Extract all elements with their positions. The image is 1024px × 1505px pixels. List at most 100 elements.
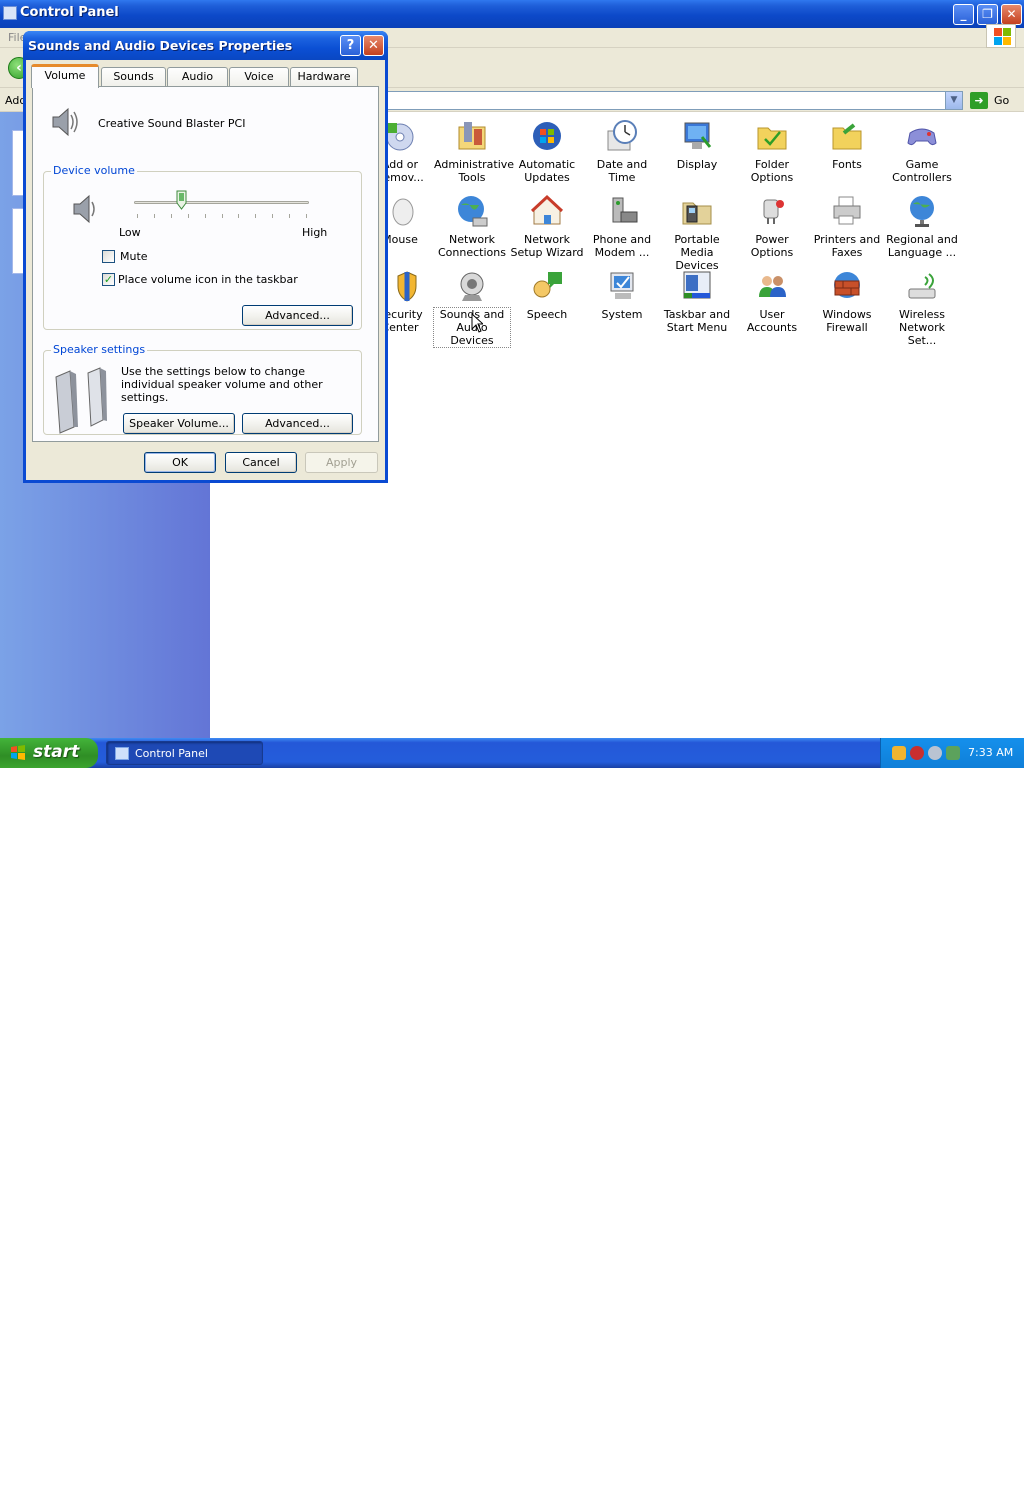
taskbar-icon bbox=[680, 269, 714, 303]
cp-item-display[interactable]: Display bbox=[659, 115, 735, 189]
volume-advanced-button[interactable]: Advanced... bbox=[242, 305, 353, 326]
dialog-title: Sounds and Audio Devices Properties bbox=[28, 38, 293, 53]
cp-item-folder-options[interactable]: Folder Options bbox=[734, 115, 810, 189]
volume-high-label: High bbox=[302, 226, 328, 239]
speaker-icon bbox=[455, 269, 489, 303]
taskbar-icon-checkbox[interactable]: ✓ bbox=[102, 273, 115, 286]
volume-tick bbox=[221, 214, 223, 218]
cp-item-network-connections[interactable]: Network Connections bbox=[434, 190, 510, 264]
volume-tick bbox=[153, 214, 155, 218]
cp-item-label: Display bbox=[676, 158, 718, 171]
volume-tick bbox=[170, 214, 172, 218]
power-plug-icon bbox=[755, 194, 789, 228]
speaker-icon bbox=[52, 107, 78, 137]
cp-item-label: Game Controllers bbox=[892, 158, 952, 184]
cancel-button[interactable]: Cancel bbox=[225, 452, 297, 473]
chevron-down-icon[interactable]: ▼ bbox=[945, 92, 962, 109]
tab-sounds[interactable]: Sounds bbox=[101, 67, 166, 87]
cp-item-taskbar-and-start-menu[interactable]: Taskbar and Start Menu bbox=[659, 265, 735, 339]
cp-item-regional-and-language[interactable]: Regional and Language ... bbox=[884, 190, 960, 264]
volume-tick bbox=[289, 214, 291, 218]
cp-item-automatic-updates[interactable]: Automatic Updates bbox=[509, 115, 585, 189]
tray-security-alert-icon[interactable] bbox=[910, 746, 924, 760]
volume-tick bbox=[187, 214, 189, 218]
go-label: Go bbox=[994, 94, 1010, 107]
speech-icon bbox=[530, 269, 564, 303]
globe-icon bbox=[905, 194, 939, 228]
speaker-advanced-button[interactable]: Advanced... bbox=[242, 413, 353, 434]
volume-slider-thumb[interactable] bbox=[176, 190, 187, 210]
tab-hardware[interactable]: Hardware bbox=[290, 67, 358, 87]
shield-icon bbox=[383, 269, 417, 303]
folder-icon bbox=[755, 119, 789, 153]
cp-item-network-setup-wizard[interactable]: Network Setup Wizard bbox=[509, 190, 585, 264]
volume-tick bbox=[204, 214, 206, 218]
volume-slider-track[interactable] bbox=[134, 201, 309, 204]
tray-volume-icon[interactable] bbox=[928, 746, 942, 760]
dialog-close-button[interactable]: ✕ bbox=[363, 35, 384, 56]
cp-item-system[interactable]: System bbox=[584, 265, 660, 339]
cp-item-label: Network Setup Wizard bbox=[510, 233, 584, 259]
cp-item-administrative-tools[interactable]: Administrative Tools bbox=[434, 115, 514, 189]
cp-item-fonts[interactable]: Fonts bbox=[809, 115, 885, 189]
mute-checkbox[interactable] bbox=[102, 250, 115, 263]
cp-item-wireless-network-setup[interactable]: Wireless Network Set... bbox=[884, 265, 960, 347]
control-panel-titlebar[interactable]: Control Panel _ ❐ ✕ bbox=[0, 0, 1024, 28]
mouse-icon bbox=[383, 194, 417, 228]
cp-item-game-controllers[interactable]: Game Controllers bbox=[884, 115, 960, 189]
taskbar-button-label: Control Panel bbox=[135, 747, 208, 760]
tray-connection-icon[interactable] bbox=[946, 746, 960, 760]
cp-item-date-and-time[interactable]: Date and Time bbox=[584, 115, 660, 189]
speaker-settings-group: Speaker settings Use the settings below … bbox=[43, 343, 362, 435]
minimize-button[interactable]: _ bbox=[953, 4, 974, 25]
cp-item-label: Windows Firewall bbox=[822, 308, 872, 334]
display-icon bbox=[680, 119, 714, 153]
speakers-icon bbox=[55, 367, 107, 434]
speaker-settings-description: Use the settings below to change individ… bbox=[121, 365, 323, 404]
speaker-volume-button[interactable]: Speaker Volume... bbox=[123, 413, 235, 434]
help-button[interactable]: ? bbox=[340, 35, 361, 56]
start-button[interactable]: start bbox=[0, 738, 98, 768]
cp-item-label: Taskbar and Start Menu bbox=[663, 308, 731, 334]
cp-item-portable-media-devices[interactable]: Portable Media Devices bbox=[659, 190, 735, 272]
volume-tab-panel: Creative Sound Blaster PCI Device volume… bbox=[32, 86, 379, 442]
mouse-cursor-icon bbox=[471, 313, 483, 333]
address-input[interactable]: ▼ bbox=[380, 91, 963, 110]
clock-icon bbox=[605, 119, 639, 153]
tab-volume[interactable]: Volume bbox=[31, 64, 99, 88]
dialog-body: Volume Sounds Audio Voice Hardware Creat… bbox=[26, 60, 385, 480]
portable-media-icon bbox=[680, 194, 714, 228]
tray-network-icon[interactable] bbox=[892, 746, 906, 760]
control-panel-icon bbox=[115, 747, 129, 760]
tab-audio[interactable]: Audio bbox=[167, 67, 228, 87]
cp-item-windows-firewall[interactable]: Windows Firewall bbox=[809, 265, 885, 339]
taskbar-control-panel-button[interactable]: Control Panel bbox=[106, 741, 263, 765]
cp-item-user-accounts[interactable]: User Accounts bbox=[734, 265, 810, 339]
cp-item-label: Wireless Network Set... bbox=[898, 308, 946, 347]
administrative-tools-icon bbox=[455, 119, 489, 153]
cp-item-label: System bbox=[601, 308, 643, 321]
cp-item-label: Regional and Language ... bbox=[886, 233, 958, 259]
cp-item-printers-and-faxes[interactable]: Printers and Faxes bbox=[809, 190, 885, 264]
restore-button[interactable]: ❐ bbox=[977, 4, 998, 25]
go-arrow-icon: ➜ bbox=[970, 92, 988, 109]
apply-button[interactable]: Apply bbox=[305, 452, 378, 473]
cp-item-label: Printers and Faxes bbox=[813, 233, 881, 259]
windows-flag-icon bbox=[11, 745, 25, 760]
device-volume-title: Device volume bbox=[51, 164, 137, 177]
cp-item-label: Power Options bbox=[750, 233, 794, 259]
add-remove-programs-icon bbox=[383, 119, 417, 153]
go-button[interactable]: ➜ Go bbox=[970, 92, 1020, 110]
clock: 7:33 AM bbox=[968, 746, 1014, 759]
taskbar-icon-label: Place volume icon in the taskbar bbox=[118, 273, 298, 286]
cp-item-phone-and-modem[interactable]: Phone and Modem ... bbox=[584, 190, 660, 264]
dialog-titlebar[interactable]: Sounds and Audio Devices Properties ? ✕ bbox=[23, 31, 388, 60]
cp-item-label: Folder Options bbox=[750, 158, 794, 184]
close-window-button[interactable]: ✕ bbox=[1001, 4, 1022, 25]
taskbar: start Control Panel 7:33 AM The C bbox=[0, 738, 1024, 1505]
tab-voice[interactable]: Voice bbox=[229, 67, 289, 87]
cp-item-speech[interactable]: Speech bbox=[509, 265, 585, 339]
cp-item-power-options[interactable]: Power Options bbox=[734, 190, 810, 264]
mute-label: Mute bbox=[120, 250, 148, 263]
ok-button[interactable]: OK bbox=[144, 452, 216, 473]
